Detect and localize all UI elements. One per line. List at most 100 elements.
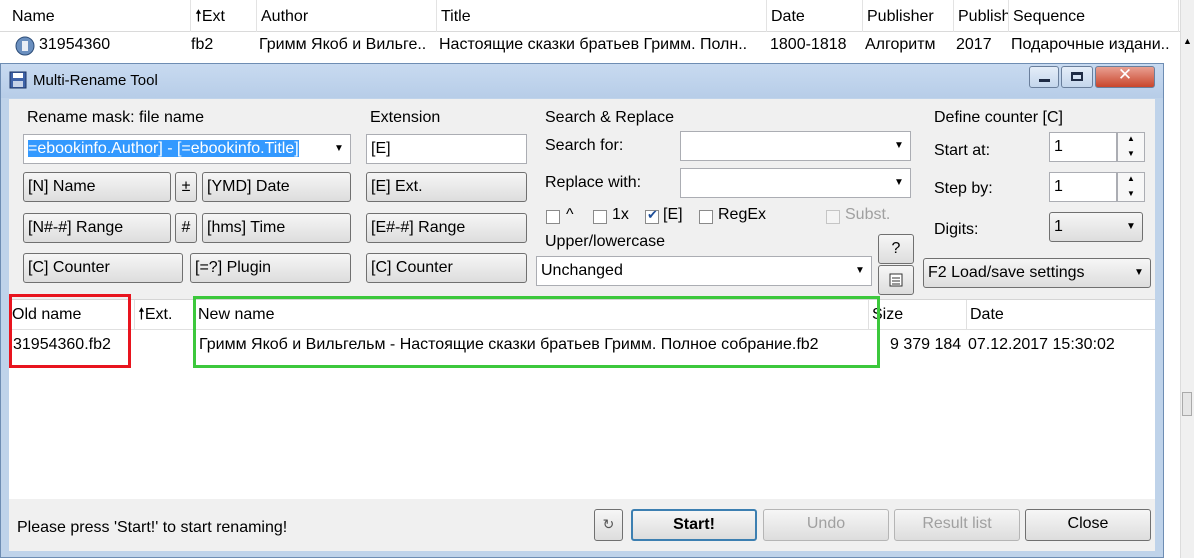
step-by-label: Step by: (934, 180, 993, 197)
column-header-date[interactable]: Date (767, 0, 863, 32)
date-cell: 07.12.2017 15:30:02 (968, 336, 1115, 353)
load-save-settings-button[interactable]: F2 Load/save settings ▼ (923, 258, 1151, 288)
file-list-row[interactable]: 31954360 fb2 Гримм Якоб и Вильге.. Насто… (0, 32, 1194, 60)
subst-checkbox[interactable] (826, 210, 840, 224)
file-publisher: Алгоритм (865, 36, 936, 53)
rename-mask-label: Rename mask: file name (27, 109, 204, 126)
status-text: Please press 'Start!' to start renaming! (17, 519, 288, 536)
start-at-spinner[interactable]: ▲ ▼ (1117, 132, 1145, 162)
file-sequence: Подарочные издани.. (1011, 36, 1170, 53)
spin-down-icon[interactable]: ▼ (1127, 189, 1135, 198)
file-author: Гримм Якоб и Вильге.. (259, 36, 427, 53)
background-scrollbar[interactable]: ▲ (1180, 0, 1194, 558)
undo-button[interactable]: Undo (763, 509, 889, 541)
replace-with-label: Replace with: (545, 174, 642, 191)
close-button[interactable]: Close (1025, 509, 1151, 541)
file-title: Настоящие сказки братьев Гримм. Полн.. (439, 36, 748, 53)
checkmark-icon: ✔ (647, 207, 658, 222)
rename-mask-value: =ebookinfo.Author] - [=ebookinfo.Title] (28, 140, 299, 157)
list-icon (889, 273, 903, 287)
counter-button[interactable]: [C] Counter (23, 253, 183, 283)
spin-down-icon[interactable]: ▼ (1127, 149, 1135, 158)
scroll-up-icon: ▲ (1183, 36, 1192, 46)
subst-checkbox-label: Subst. (845, 206, 891, 223)
file-ext: fb2 (191, 36, 214, 53)
digits-value: 1 (1054, 218, 1063, 235)
time-button[interactable]: [hms] Time (202, 213, 351, 243)
start-button[interactable]: Start! (631, 509, 757, 541)
ext-range-button[interactable]: [E#-#] Range (366, 213, 527, 243)
minimize-button[interactable] (1029, 66, 1059, 88)
sort-up-icon: 🠕 (138, 306, 145, 323)
column-header-publish[interactable]: Publish (954, 0, 1009, 32)
column-header-title[interactable]: Title (437, 0, 767, 32)
list-button[interactable] (878, 265, 914, 295)
refresh-button[interactable]: ↻ (594, 509, 623, 541)
file-name: 31954360 (39, 36, 111, 53)
dialog-title: Multi-Rename Tool (33, 72, 158, 89)
once-checkbox[interactable] (593, 210, 607, 224)
size-cell: 9 379 184 (890, 336, 962, 353)
column-header-ext[interactable]: 🠕Ext (191, 0, 257, 32)
search-for-label: Search for: (545, 137, 624, 154)
result-list-button[interactable]: Result list (894, 509, 1020, 541)
step-by-spinner[interactable]: ▲ ▼ (1117, 172, 1145, 202)
dialog-titlebar[interactable]: Multi-Rename Tool ✕ (1, 64, 1163, 98)
spin-up-icon[interactable]: ▲ (1127, 134, 1135, 143)
ext-counter-button[interactable]: [C] Counter (366, 253, 527, 283)
column-header-publisher[interactable]: Publisher (863, 0, 954, 32)
old-name-highlight-box (9, 294, 131, 368)
ext-checkbox-label: [E] (663, 206, 683, 223)
once-checkbox-label: 1x (612, 206, 629, 223)
plus-minus-button[interactable]: ± (175, 172, 197, 202)
caret-checkbox[interactable] (546, 210, 560, 224)
step-by-field[interactable]: 1 (1049, 172, 1117, 202)
help-button[interactable]: ? (878, 234, 914, 264)
name-button[interactable]: [N] Name (23, 172, 171, 202)
chevron-down-icon: ▼ (855, 265, 865, 276)
caret-checkbox-label: ^ (566, 206, 574, 223)
book-file-icon (14, 32, 36, 60)
plugin-button[interactable]: [=?] Plugin (190, 253, 351, 283)
column-header-sequence[interactable]: Sequence (1009, 0, 1179, 32)
rename-mask-combo[interactable]: =ebookinfo.Author] - [=ebookinfo.Title] … (23, 134, 351, 164)
spin-up-icon[interactable]: ▲ (1127, 174, 1135, 183)
search-for-combo[interactable]: ▼ (680, 131, 911, 161)
regex-checkbox[interactable] (699, 210, 713, 224)
start-at-label: Start at: (934, 142, 991, 159)
column-header-author[interactable]: Author (257, 0, 437, 32)
column-header-date[interactable]: Date (967, 300, 1155, 330)
digits-label: Digits: (934, 221, 979, 238)
refresh-icon: ↻ (602, 516, 615, 532)
chevron-down-icon: ▼ (1126, 221, 1136, 232)
case-combo[interactable]: Unchanged ▼ (536, 256, 872, 286)
counter-group-label: Define counter [C] (934, 109, 1063, 126)
replace-with-combo[interactable]: ▼ (680, 168, 911, 198)
close-window-button[interactable]: ✕ (1095, 65, 1155, 88)
chevron-down-icon: ▼ (894, 140, 904, 151)
scroll-thumb[interactable] (1182, 392, 1192, 416)
chevron-down-icon: ▼ (328, 135, 350, 163)
case-label: Upper/lowercase (545, 233, 666, 250)
name-range-button[interactable]: [N#-#] Range (23, 213, 171, 243)
minimize-icon (1039, 79, 1050, 82)
column-header-ext[interactable]: 🠕Ext. (135, 300, 195, 330)
new-name-highlight-box (193, 296, 880, 368)
chevron-down-icon: ▼ (1134, 267, 1144, 278)
digits-combo[interactable]: 1 ▼ (1049, 212, 1143, 242)
hash-button[interactable]: # (175, 213, 197, 243)
extension-field[interactable]: [E] (366, 134, 527, 164)
column-header-name[interactable]: Name (8, 0, 191, 32)
load-save-settings-label: F2 Load/save settings (928, 264, 1085, 281)
maximize-button[interactable] (1061, 66, 1093, 88)
column-header-size[interactable]: Size (869, 300, 967, 330)
ext-button[interactable]: [E] Ext. (366, 172, 527, 202)
rename-preview-list[interactable]: Old name 🠕Ext. New name Size Date 319543… (9, 294, 1155, 499)
start-at-field[interactable]: 1 (1049, 132, 1117, 162)
dialog-body: Rename mask: file name =ebookinfo.Author… (9, 99, 1155, 551)
date-button[interactable]: [YMD] Date (202, 172, 351, 202)
extension-label: Extension (370, 109, 441, 126)
ext-checkbox[interactable]: ✔ (645, 207, 659, 224)
case-value: Unchanged (541, 262, 623, 279)
chevron-down-icon: ▼ (894, 177, 904, 188)
